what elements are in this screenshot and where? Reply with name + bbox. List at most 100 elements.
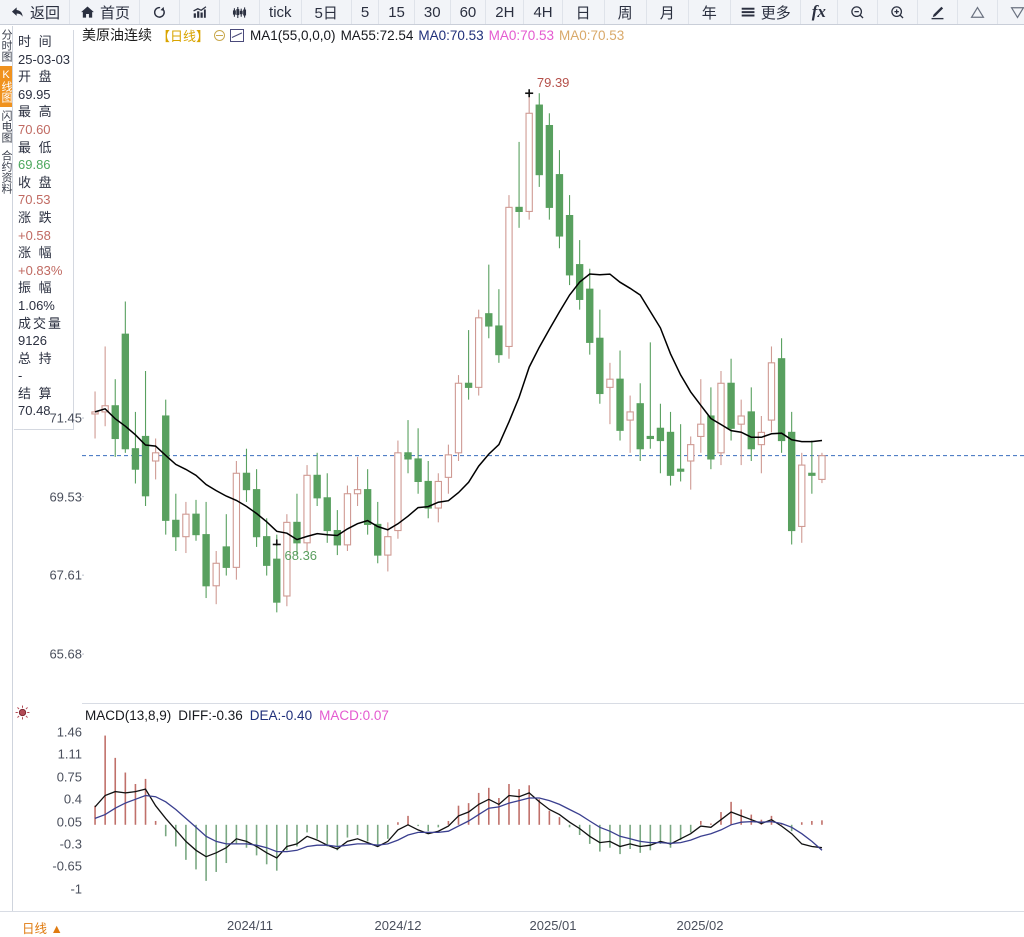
quote-value-4: 70.53 (18, 192, 51, 208)
arrow-left-icon (11, 6, 23, 17)
bar-chart-icon-wrap (191, 4, 208, 21)
home-button-label: 首页 (100, 4, 131, 22)
period-5day-label: 5日 (314, 4, 338, 22)
period-day-label: 日 (575, 4, 591, 22)
low-price-marker: 68.36 (284, 548, 318, 564)
refresh-button[interactable] (140, 0, 181, 24)
view-tab-1[interactable]: K线图 (0, 66, 12, 107)
date-axis: 日线 ▲ 2024/11 2024/12 2025/01 2025/02 (0, 911, 1024, 937)
more-button[interactable]: 更多 (731, 0, 801, 24)
macd-axis-label-4: 0.05 (56, 814, 82, 830)
date-tick-0: 2024/11 (226, 918, 274, 933)
quote-label-10: 结 算 (18, 385, 54, 401)
pencil-icon-wrap (929, 4, 946, 21)
period-tick[interactable]: tick (260, 0, 302, 24)
period-week[interactable]: 周 (605, 0, 647, 24)
ma55-value: MA55:72.54 (340, 27, 414, 43)
quote-label-3: 最 低 (18, 139, 54, 155)
indicator-icon[interactable] (230, 28, 245, 42)
quote-value-0: 25-03-03 (18, 51, 71, 67)
macd-axis-label-2: 0.75 (56, 769, 82, 785)
period-5day[interactable]: 5日 (302, 0, 352, 24)
period-15min[interactable]: 15 (379, 0, 415, 24)
period-60min-label: 60 (459, 3, 477, 21)
period-5min[interactable]: 5 (352, 0, 380, 24)
price-axis-label-1: 69.53 (49, 489, 82, 505)
macd-settings-icon[interactable] (15, 705, 30, 720)
view-tab-2[interactable]: 闪电图 (0, 107, 12, 147)
view-tab-0[interactable]: 分时图 (0, 26, 12, 66)
arrow-left-icon-wrap (9, 4, 26, 21)
period-60min[interactable]: 60 (451, 0, 487, 24)
quote-value-2: 70.60 (18, 121, 51, 137)
period-30min-label: 30 (423, 3, 441, 21)
quote-label-0: 时 间 (18, 34, 54, 49)
date-tick-3: 2025/02 (676, 918, 724, 933)
triangle-up-button[interactable] (958, 0, 998, 24)
ma0-value-b: MA0:70.53 (488, 27, 554, 43)
quote-value-6: +0.83% (18, 262, 63, 278)
period-badge[interactable]: 日线 ▲ (22, 918, 63, 937)
candlestick-button[interactable] (220, 0, 261, 24)
draw-button[interactable] (918, 0, 958, 24)
zoom-out-icon (851, 5, 864, 19)
quote-label-1: 开 盘 (18, 69, 54, 85)
triangle-up-icon-wrap (969, 4, 986, 21)
price-axis-label-3: 65.68 (49, 646, 82, 662)
date-tick-1: 2024/12 (374, 918, 422, 933)
view-tab-3[interactable]: 合约资料 (0, 147, 12, 198)
main-toolbar: 返回首页tick5日51530602H4H日周月年更多fx$模拟交易 (0, 0, 1024, 25)
macd-indicator-svg[interactable] (82, 704, 1024, 912)
home-icon-wrap (79, 4, 96, 21)
quote-label-5: 涨 跌 (18, 209, 54, 225)
zoom-out-button[interactable] (838, 0, 878, 24)
triangle-down-icon (1010, 6, 1024, 19)
candlestick-icon (232, 6, 247, 18)
triangle-up-icon (970, 5, 985, 18)
quote-value-7: 1.06% (18, 297, 55, 313)
period-30min[interactable]: 30 (415, 0, 451, 24)
price-axis-label-0: 71.45 (49, 410, 82, 426)
refresh-icon-wrap (151, 4, 168, 21)
back-button[interactable]: 返回 (0, 0, 71, 24)
price-candlestick-svg[interactable] (82, 26, 1024, 701)
period-2h[interactable]: 2H (486, 0, 525, 24)
macd-axis-label-6: -0.65 (52, 858, 82, 874)
home-button[interactable]: 首页 (70, 0, 141, 24)
macd-axis-label-0: 1.46 (56, 724, 82, 740)
high-price-marker: 79.39 (536, 75, 570, 91)
price-chart-pane[interactable]: 美原油连续 【日线】 MA1(55,0,0,0) MA55:72.54 MA0:… (49, 26, 1024, 701)
triangle-down-button[interactable] (998, 0, 1024, 24)
period-5min-label: 5 (360, 3, 370, 21)
macd-dea-value: DEA:-0.40 (249, 708, 313, 723)
refresh-icon (154, 6, 165, 18)
macd-diff-value: DIFF:-0.36 (178, 708, 243, 723)
period-4h[interactable]: 4H (524, 0, 563, 24)
ma-params-label: MA1(55,0,0,0) (250, 27, 336, 43)
zoom-in-button[interactable] (878, 0, 918, 24)
quote-value-1: 69.95 (18, 86, 51, 102)
macd-chart-pane[interactable]: MACD(13,8,9) DIFF:-0.36 DEA:-0.40 MACD:0… (52, 703, 1024, 912)
period-15min-label: 15 (388, 3, 405, 21)
macd-pane-header: MACD(13,8,9) DIFF:-0.36 DEA:-0.40 MACD:0… (85, 707, 389, 724)
more-button-label: 更多 (760, 4, 791, 22)
macd-axis-label-1: 1.11 (57, 746, 82, 762)
formula-button[interactable]: fx (801, 0, 838, 24)
period-year[interactable]: 年 (689, 0, 731, 24)
chart-type-button[interactable] (180, 0, 221, 24)
period-day[interactable]: 日 (563, 0, 605, 24)
ma0-value-c: MA0:70.53 (558, 27, 625, 43)
quote-info-panel: 时 间 25-03-03 开 盘 69.95 最 高 70.60 最 低 69.86 收 盘 70… (14, 30, 74, 430)
home-icon (81, 6, 94, 18)
period-4h-label: 4H (533, 3, 553, 21)
quote-value-3: 69.86 (18, 157, 51, 173)
period-month-label: 月 (659, 4, 675, 22)
period-tick-label: tick (269, 3, 292, 21)
period-month[interactable]: 月 (647, 0, 689, 24)
collapse-icon[interactable] (214, 29, 226, 41)
date-tick-2: 2025/01 (529, 918, 577, 933)
macd-axis-label-5: -0.3 (59, 836, 82, 852)
macd-title: MACD(13,8,9) (85, 708, 172, 723)
pencil-icon (931, 6, 944, 19)
hamburger-icon (741, 7, 755, 16)
